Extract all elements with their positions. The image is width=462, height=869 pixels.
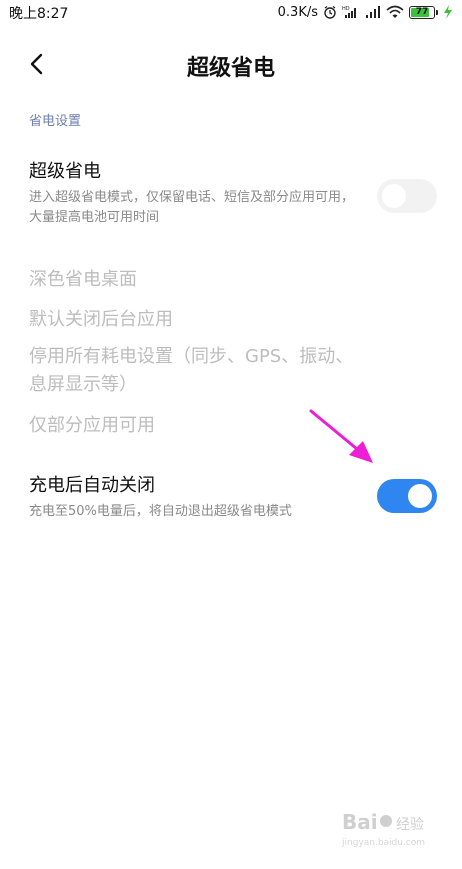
baidu-watermark: Bai 经验 jingyan.baidu.com xyxy=(341,805,442,855)
disabled-option-dark-desktop: 深色省电桌面 xyxy=(29,269,137,290)
svg-text:jingyan.baidu.com: jingyan.baidu.com xyxy=(342,838,425,848)
svg-text:经验: 经验 xyxy=(396,817,424,833)
network-speed: 0.3K/s xyxy=(277,4,318,20)
wifi-icon xyxy=(386,5,404,19)
disabled-option-close-background: 默认关闭后台应用 xyxy=(29,309,173,330)
toggle-knob xyxy=(382,184,406,208)
alarm-icon xyxy=(323,5,337,19)
battery-cap xyxy=(436,9,438,15)
battery-icon: 77 xyxy=(409,5,435,19)
auto-close-description: 充电至50%电量后，将自动退出超级省电模式 xyxy=(29,504,292,519)
header: 超级省电 xyxy=(0,40,462,88)
status-icons: 0.3K/s HD 77 xyxy=(278,3,453,21)
auto-close-toggle[interactable] xyxy=(377,479,437,513)
page-title: 超级省电 xyxy=(186,56,275,81)
svg-text:Bai: Bai xyxy=(342,810,378,834)
charging-icon xyxy=(443,5,453,19)
super-saver-description: 进入超级省电模式，仅保留电话、短信及部分应用可用，大量提高电池可用时间 xyxy=(29,190,355,225)
disabled-option-stop-power-settings: 停用所有耗电设置（同步、GPS、振动、息屏显示等） xyxy=(29,346,354,395)
toggle-knob xyxy=(408,484,432,508)
super-saver-toggle[interactable] xyxy=(377,179,437,213)
annotation-arrow-icon xyxy=(309,409,373,463)
battery-level: 77 xyxy=(415,6,429,17)
svg-text:HD: HD xyxy=(342,6,350,12)
status-time: 晚上8:27 xyxy=(9,6,69,22)
status-bar: 晚上8:27 0.3K/s HD 77 xyxy=(0,0,462,24)
super-saver-title: 超级省电 xyxy=(29,161,101,182)
signal-icon xyxy=(365,5,381,19)
section-title: 省电设置 xyxy=(29,114,82,129)
hd-signal-icon: HD xyxy=(342,5,360,19)
